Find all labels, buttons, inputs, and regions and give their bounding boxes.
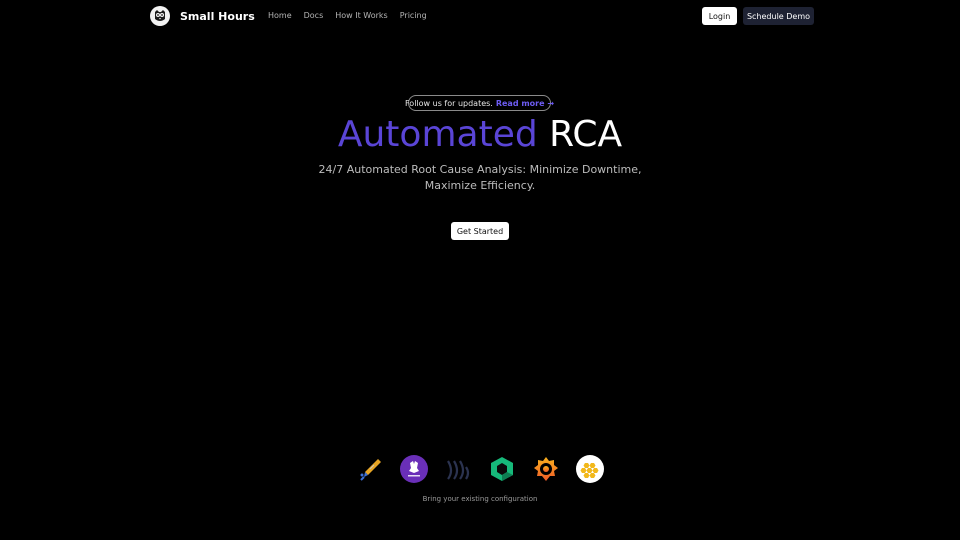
hero-title-rest: RCA — [549, 114, 623, 155]
hexagon-icon — [488, 455, 516, 483]
owl-logo-icon — [150, 6, 170, 26]
follow-text: Follow us for updates. — [404, 98, 493, 108]
feather-pen-icon — [356, 455, 384, 483]
login-button[interactable]: Login — [702, 7, 737, 25]
hero-subtitle: 24/7 Automated Root Cause Analysis: Mini… — [318, 163, 642, 192]
nav-link-pricing[interactable]: Pricing — [400, 11, 427, 20]
integrations-caption: Bring your existing configuration — [422, 495, 538, 503]
honeycomb-icon — [576, 455, 604, 483]
hero-title: Automated RCA — [0, 112, 960, 158]
get-started-button[interactable]: Get Started — [451, 222, 509, 240]
nav-link-home[interactable]: Home — [268, 11, 292, 20]
top-nav: Small Hours Home Docs How It Works Prici… — [0, 0, 960, 32]
nav-link-docs[interactable]: Docs — [304, 11, 324, 20]
nav-links: Home Docs How It Works Pricing — [268, 11, 427, 20]
signal-waves-icon — [444, 455, 472, 483]
read-more-link[interactable]: Read more → — [496, 99, 554, 108]
integrations-row — [356, 455, 606, 485]
brand[interactable]: Small Hours — [150, 6, 255, 26]
schedule-demo-button[interactable]: Schedule Demo — [743, 7, 814, 25]
grafana-icon — [532, 455, 560, 483]
follow-updates-pill[interactable]: Follow us for updates. Read more → — [404, 95, 554, 111]
nav-link-how-it-works[interactable]: How It Works — [335, 11, 387, 20]
brand-name: Small Hours — [180, 9, 255, 23]
prometheus-icon — [400, 455, 428, 483]
hero-title-accent: Automated — [337, 114, 538, 155]
